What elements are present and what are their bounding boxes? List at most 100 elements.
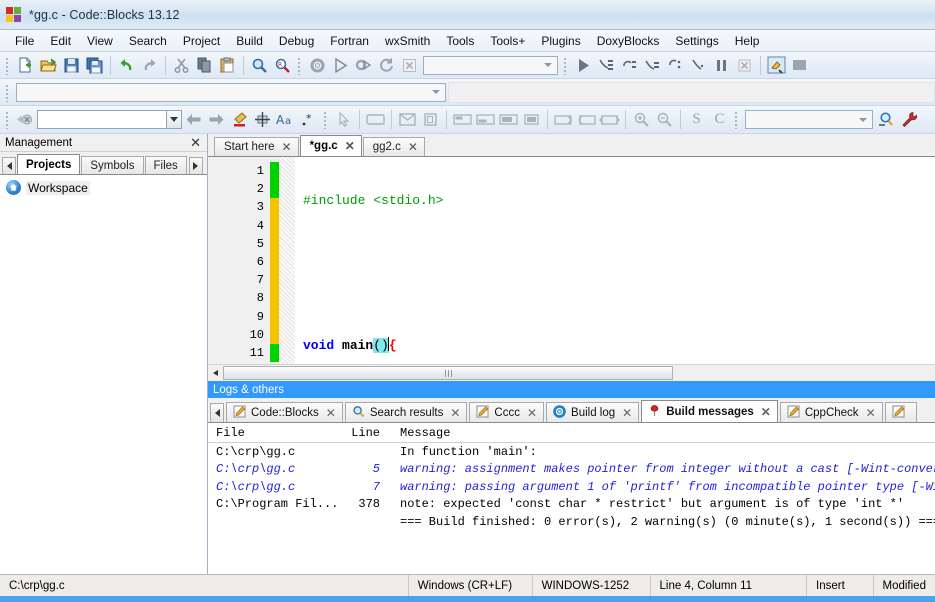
frame-icon[interactable] [419,109,442,131]
debug-step-into-icon[interactable] [641,54,664,76]
grid-sizer-icon[interactable] [474,109,497,131]
table-row[interactable]: C:\crp\gg.c 7 warning: passing argument … [208,478,935,496]
build-target-combo[interactable] [423,56,558,75]
doxygen-search-icon[interactable] [875,109,898,131]
code-text[interactable]: #include <stdio.h> void main(){ int *a=0… [295,157,935,364]
toolbar-grip[interactable] [5,56,11,75]
tab-projects[interactable]: Projects [17,154,80,174]
build-icon[interactable] [306,54,329,76]
editor-horizontal-scrollbar[interactable] [208,364,935,381]
regex-icon[interactable]: * [297,109,320,131]
project-tree[interactable]: Workspace [0,174,207,574]
tab-gg2-c[interactable]: gg2.c ✕ [363,137,425,156]
close-icon[interactable]: ✕ [282,141,292,153]
debug-next-line-icon[interactable] [618,54,641,76]
menu-project[interactable]: Project [175,32,228,50]
tab-codeblocks-log[interactable]: Code::Blocks ✕ [226,402,343,422]
code-editor[interactable]: 1 2 3 4 5 6 7 8 9 10 11 [208,156,935,364]
debugging-windows-icon[interactable] [765,54,788,76]
tab-build-messages[interactable]: Build messages ✕ [641,400,778,422]
table-row[interactable]: C:\crp\gg.c In function 'main': [208,443,935,461]
doxywizard-icon[interactable] [898,109,921,131]
chevron-down-icon[interactable] [166,111,181,128]
close-icon[interactable]: ✕ [188,136,203,149]
tab-files[interactable]: Files [145,156,187,174]
grow-spacer-icon[interactable] [598,109,621,131]
menu-plugins[interactable]: Plugins [533,32,588,50]
pointer-icon[interactable] [332,109,355,131]
box-sizer-icon[interactable] [451,109,474,131]
spacer-icon[interactable] [552,109,575,131]
close-icon[interactable]: ✕ [326,407,336,419]
close-icon[interactable]: ✕ [450,407,460,419]
debug-run-to-cursor-icon[interactable] [595,54,618,76]
table-row[interactable]: C:\Program Fil... 378 note: expected 'co… [208,496,935,514]
toolbar-grip[interactable] [323,110,329,129]
menu-help[interactable]: Help [727,32,768,50]
close-icon[interactable]: ✕ [622,407,632,419]
fold-margin[interactable] [279,157,295,364]
debug-step-out-icon[interactable] [664,54,687,76]
build-messages-list[interactable]: File Line Message C:\crp\gg.c In functio… [208,422,935,574]
menu-view[interactable]: View [79,32,121,50]
menu-tools[interactable]: Tools [438,32,482,50]
chevron-right-icon[interactable] [189,157,203,174]
tab-build-log[interactable]: Build log ✕ [546,402,639,422]
menu-tools-plus[interactable]: Tools+ [482,32,533,50]
abort-build-icon[interactable] [398,54,421,76]
save-icon[interactable] [60,54,83,76]
redo-icon[interactable] [138,54,161,76]
column-header-file[interactable]: File [208,426,340,440]
search-input[interactable] [37,110,182,129]
tab-cppcheck[interactable]: CppCheck ✕ [780,402,883,422]
close-icon[interactable]: ✕ [408,141,418,153]
tab-start-here[interactable]: Start here ✕ [214,137,299,156]
tab-symbols[interactable]: Symbols [81,156,143,174]
debug-break-icon[interactable] [710,54,733,76]
various-info-icon[interactable] [788,54,811,76]
back-icon[interactable] [182,109,205,131]
secondary-toolbar-field[interactable] [448,82,935,103]
close-icon[interactable]: ✕ [761,406,771,418]
toolbar-grip[interactable] [563,56,569,75]
table-row[interactable]: C:\crp\gg.c 5 warning: assignment makes … [208,461,935,479]
save-all-icon[interactable] [83,54,106,76]
tab-search-results[interactable]: Search results ✕ [345,402,468,422]
menu-settings[interactable]: Settings [667,32,726,50]
menu-debug[interactable]: Debug [271,32,322,50]
cut-icon[interactable] [170,54,193,76]
toolbar-grip[interactable] [297,56,303,75]
replace-icon[interactable]: R [271,54,294,76]
debug-stop-icon[interactable] [733,54,756,76]
toolbar-grip[interactable] [5,110,11,129]
table-row[interactable]: === Build finished: 0 error(s), 2 warnin… [208,513,935,531]
scrollbar-thumb[interactable] [223,366,673,380]
highlight-icon[interactable] [228,109,251,131]
toggle-bookmark-icon[interactable] [251,109,274,131]
dialog-icon[interactable] [396,109,419,131]
menu-doxyblocks[interactable]: DoxyBlocks [589,32,668,50]
zoom-out-icon[interactable] [653,109,676,131]
tree-item-workspace[interactable]: Workspace [4,179,203,196]
copy-icon[interactable] [193,54,216,76]
column-header-message[interactable]: Message [388,426,935,440]
clear-icon[interactable] [14,109,37,131]
chevron-left-icon[interactable] [2,157,16,174]
column-header-line[interactable]: Line [340,426,388,440]
panel-icon[interactable] [364,109,387,131]
static-box-icon[interactable] [520,109,543,131]
doxyblocks-c-button[interactable]: C [708,109,731,131]
paste-icon[interactable] [216,54,239,76]
flex-grid-sizer-icon[interactable] [497,109,520,131]
open-file-icon[interactable] [37,54,60,76]
close-icon[interactable]: ✕ [345,140,355,152]
chevron-left-icon[interactable] [210,403,224,422]
run-icon[interactable] [329,54,352,76]
tab-gg-c[interactable]: *gg.c ✕ [300,135,362,156]
rebuild-icon[interactable] [375,54,398,76]
stretch-spacer-icon[interactable] [575,109,598,131]
toolbar-grip[interactable] [5,83,11,102]
scroll-left-icon[interactable] [208,366,223,381]
toolbar-grip[interactable] [734,110,740,129]
menu-search[interactable]: Search [121,32,175,50]
